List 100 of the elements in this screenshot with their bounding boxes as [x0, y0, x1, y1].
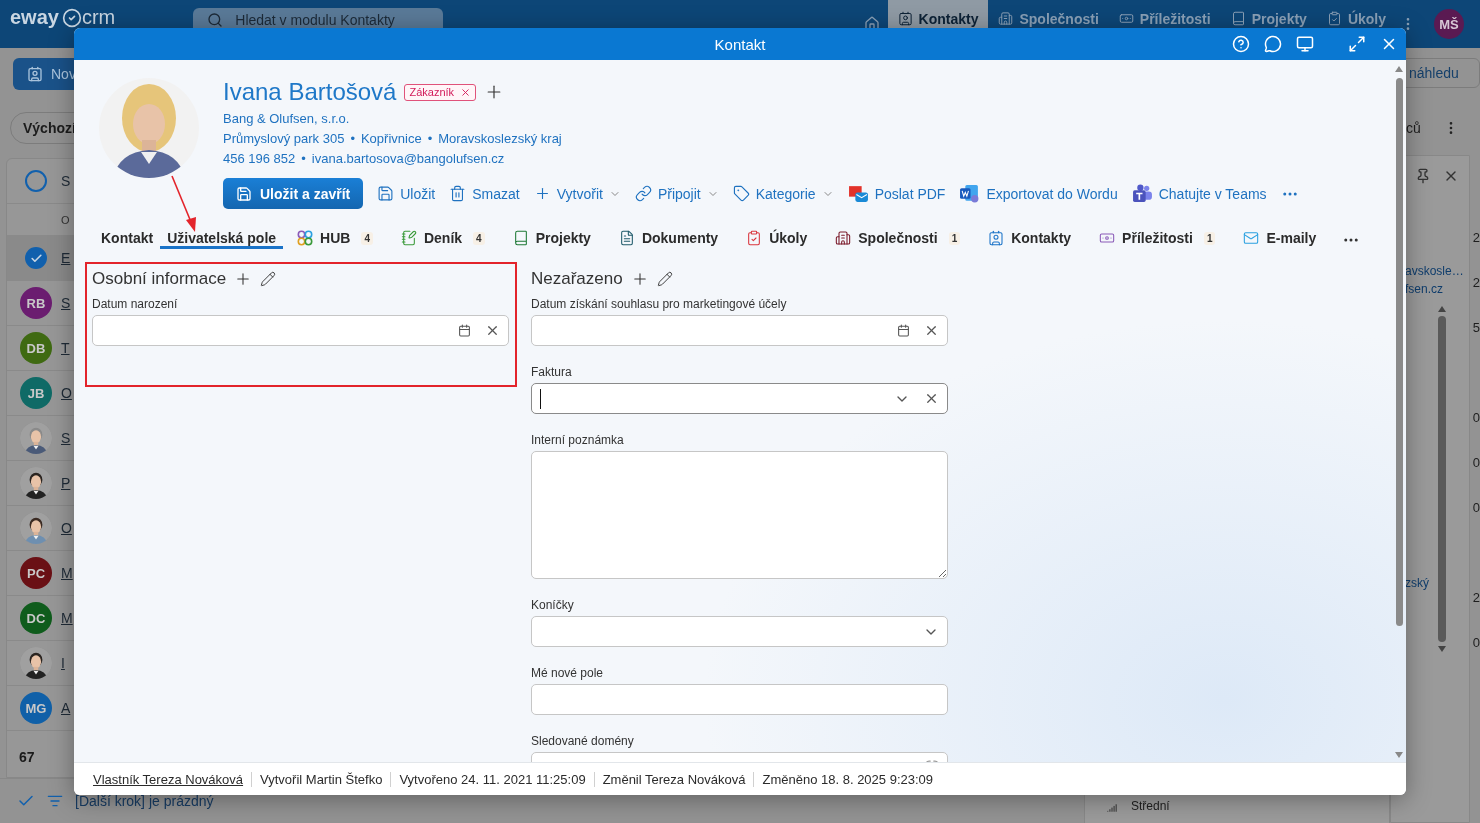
document-icon	[618, 230, 635, 246]
contact-link[interactable]: ivana.bartosova@bangolufsen.cz	[311, 150, 505, 166]
label-text: ců	[1406, 120, 1421, 136]
signal-icon	[1107, 803, 1117, 813]
input-field[interactable]	[92, 315, 509, 346]
tab[interactable]: HUB 4	[283, 230, 387, 249]
tab[interactable]: Projekty	[498, 230, 605, 249]
count-badge: 1	[948, 231, 961, 245]
next-step-text: [Další krok] je prázdný	[75, 793, 214, 809]
input-field[interactable]	[531, 383, 948, 414]
count-badge: 1	[1203, 231, 1216, 245]
nav-tab[interactable]: Společnosti	[988, 0, 1109, 48]
company-link[interactable]: Bang & Olufsen, s.r.o.	[223, 110, 350, 126]
tag-icon	[732, 185, 750, 202]
book-icon	[512, 230, 529, 246]
pin-icon[interactable]	[1415, 168, 1431, 184]
row-link[interactable]: O	[61, 385, 72, 401]
tab[interactable]: Úkoly	[732, 230, 822, 249]
table-cell: 2	[1472, 590, 1480, 605]
pencil-icon[interactable]	[260, 271, 277, 287]
input-field[interactable]	[531, 616, 948, 647]
nav-tab[interactable]: Projekty	[1220, 0, 1317, 48]
remove-icon[interactable]	[460, 86, 472, 98]
row-link[interactable]: E	[61, 250, 71, 266]
trash-icon	[449, 185, 467, 202]
calendar-icon[interactable]	[458, 324, 471, 337]
record-count: 67	[18, 748, 36, 767]
logo[interactable]: crm	[81, 6, 116, 29]
input-field[interactable]	[531, 684, 948, 715]
row-link[interactable]: O	[61, 520, 72, 536]
table-cell: 5	[1472, 320, 1480, 335]
toolbar-button[interactable]: Exportovat do Wordu	[959, 184, 1118, 203]
tab[interactable]: E-maily	[1229, 230, 1331, 249]
tab[interactable]: Příležitosti 1	[1085, 230, 1230, 249]
field-label: Datum narození	[92, 297, 179, 311]
help-icon[interactable]	[1232, 35, 1250, 53]
field-label: Koníčky	[531, 598, 575, 612]
clear-icon[interactable]	[924, 323, 939, 338]
tab[interactable]: Společnosti 1	[821, 230, 975, 249]
row-link[interactable]: P	[61, 475, 71, 491]
monitor-icon[interactable]	[1296, 35, 1314, 53]
separator-dot: •	[301, 150, 306, 166]
maximize-icon[interactable]	[1348, 35, 1366, 53]
chat-icon[interactable]	[1264, 35, 1282, 53]
select-all-checkbox[interactable]	[25, 170, 47, 192]
contact-link[interactable]: 456 196 852	[223, 150, 296, 166]
pencil-icon[interactable]	[656, 271, 673, 287]
category-tag[interactable]: Zákazník	[404, 83, 477, 101]
tab[interactable]: Uživatelská pole	[160, 230, 284, 249]
avatar: DC	[20, 602, 52, 634]
address-link[interactable]: Moravskoslezský kraj	[438, 130, 562, 146]
row-link[interactable]: S	[61, 295, 71, 311]
scrollbar[interactable]	[1437, 304, 1447, 654]
owner-link[interactable]: Vlastník Tereza Nováková	[85, 771, 252, 787]
scrollbar[interactable]	[1394, 64, 1404, 760]
toolbar-button[interactable]: Smazat	[449, 185, 520, 202]
field-label: Sledované domény	[531, 734, 635, 748]
row-link[interactable]: M	[61, 565, 73, 581]
tab[interactable]: Kontakt	[94, 230, 161, 249]
column-header[interactable]: O	[61, 213, 70, 226]
column-header[interactable]: S	[61, 173, 71, 189]
toolbar-button[interactable]: Připojit	[634, 185, 719, 202]
calendar-icon[interactable]	[897, 324, 910, 337]
tab[interactable]: Kontakty	[974, 230, 1086, 249]
table-cell: 0	[1472, 500, 1480, 515]
row-checkbox[interactable]	[25, 247, 47, 269]
row-link[interactable]: A	[61, 700, 71, 716]
logo[interactable]: eway	[10, 6, 82, 29]
input-field[interactable]	[531, 315, 948, 346]
tab[interactable]: Dokumenty	[604, 230, 733, 249]
row-link[interactable]: M	[61, 610, 73, 626]
row-link[interactable]: I	[61, 655, 65, 671]
row-link[interactable]: T	[61, 340, 70, 356]
building-icon	[998, 11, 1014, 26]
toolbar-button[interactable]: Chatujte v Teams	[1131, 184, 1267, 203]
toolbar-button[interactable]: Poslat PDF	[847, 184, 946, 203]
clear-icon[interactable]	[485, 323, 500, 338]
clear-icon[interactable]	[924, 391, 939, 406]
toolbar-button[interactable]: Vytvořit	[533, 185, 621, 202]
count-badge: 4	[361, 231, 373, 245]
tab[interactable]: Deník 4	[386, 230, 499, 249]
save-close-button[interactable]: Uložit a zavřít	[223, 178, 364, 209]
field-label: Interní poznámka	[531, 433, 625, 447]
banknote-icon	[1099, 230, 1116, 246]
user-avatar[interactable]: MŠ	[1434, 9, 1464, 39]
word-document-icon	[959, 184, 981, 203]
row-link[interactable]: S	[61, 430, 71, 446]
toolbar-button[interactable]: Kategorie	[732, 185, 834, 202]
nav-tab[interactable]: Příležitosti	[1108, 0, 1221, 48]
nav-tab[interactable]: Úkoly	[1316, 0, 1396, 48]
address-link[interactable]: Kopřivnice	[360, 130, 422, 146]
people-icon	[1131, 184, 1153, 203]
building-icon	[835, 230, 852, 246]
record-info: Změnil Tereza Nováková	[593, 771, 754, 787]
address-link[interactable]: Průmyslový park 305	[223, 130, 345, 146]
toolbar-button[interactable]: Uložit	[377, 185, 436, 202]
section-title: Osobní informace	[92, 269, 227, 289]
count-badge: 4	[473, 231, 485, 245]
field-label: Mé nové pole	[531, 666, 605, 680]
avatar: DB	[20, 332, 52, 364]
